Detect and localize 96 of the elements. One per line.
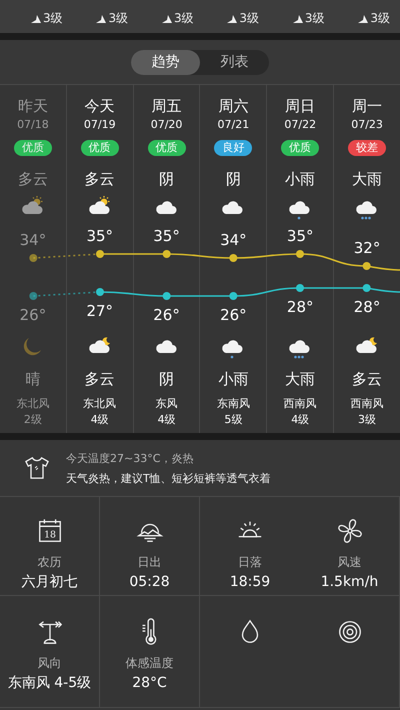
day-date: 07/18 [17, 118, 49, 132]
day-weather: 多云 [84, 169, 115, 189]
wind-direction: 东北风 [83, 396, 116, 412]
wind-direction-icon [357, 14, 370, 24]
temperature-point [162, 292, 171, 300]
wind-level: 3级 [370, 10, 390, 27]
night-weather: 多云 [84, 369, 115, 389]
day-name: 周六 [218, 96, 248, 116]
fan-icon [336, 517, 364, 545]
night-weather: 多云 [352, 369, 382, 389]
high-temperature: 32° [352, 238, 382, 258]
high-temperature: 34° [18, 230, 48, 250]
detail-value: 05:28 [129, 573, 170, 591]
low-temperature: 28° [286, 297, 315, 317]
day-date: 07/23 [351, 118, 383, 132]
high-temperature: 35° [286, 226, 315, 246]
temperature-point [229, 292, 238, 300]
low-temperature: 28° [352, 297, 382, 317]
air-quality-badge: 较差 [348, 140, 386, 156]
high-temperature: 35° [152, 226, 181, 246]
detail-label: 日出 [138, 554, 162, 570]
detail-value: 六月初七 [22, 573, 78, 591]
day-name: 周一 [352, 96, 382, 116]
detail-value: 28°C [132, 674, 167, 692]
day-weather: 多云 [18, 169, 48, 189]
wind-level: 3级 [239, 10, 260, 27]
wind-direction-icon [95, 14, 108, 24]
day-name: 周五 [152, 96, 182, 116]
temperature-point [29, 254, 38, 262]
wind-level: 3级 [304, 10, 325, 27]
wind-direction-icon [160, 14, 173, 24]
temperature-point [162, 250, 171, 258]
wind-direction-icon [226, 14, 238, 24]
view-tab[interactable]: 趋势 [131, 50, 200, 74]
day-weather: 大雨 [352, 169, 382, 189]
air-quality-badge: 良好 [214, 140, 252, 156]
detail-value: 1.5km/h [320, 573, 378, 591]
temperature-point [29, 292, 38, 300]
temperature-point [296, 250, 304, 258]
day-name: 今天 [84, 96, 115, 116]
day-weather: 小雨 [285, 169, 316, 189]
temperature-point [362, 284, 371, 292]
wind-direction: 西南风 [284, 396, 317, 412]
detail-value: 东南风 4-5级 [8, 674, 92, 692]
day-weather: 阴 [226, 169, 241, 189]
day-name: 昨天 [18, 96, 48, 116]
detail-label: 日落 [238, 554, 262, 570]
wind-direction: 东风 [156, 396, 178, 412]
wind-direction: 东南风 [216, 396, 250, 412]
wind-direction: 西南风 [350, 396, 384, 412]
wind-level: 2级 [24, 412, 42, 428]
night-weather: 小雨 [218, 369, 248, 389]
detail-value: 18:59 [230, 573, 270, 591]
t-shirt-icon [24, 456, 50, 480]
wind-direction-icon [30, 14, 42, 24]
night-weather: 晴 [25, 369, 40, 389]
temperature-point [96, 288, 104, 296]
temperature-point [296, 284, 304, 292]
wind-level: 3级 [174, 10, 194, 27]
high-temperature: 34° [219, 230, 248, 250]
temperature-point [229, 254, 238, 262]
wind-level: 3级 [108, 10, 128, 27]
high-temperature: 35° [85, 226, 114, 246]
temperature-point [362, 262, 371, 270]
day-weather: 阴 [159, 169, 174, 189]
clothing-advice: 天气炎热，建议T恤、短衫短裤等透气衣着 [66, 470, 271, 486]
day-name: 周日 [285, 96, 316, 116]
day-date: 07/20 [150, 118, 182, 132]
air-quality-badge: 优质 [148, 140, 186, 156]
view-tab[interactable]: 列表 [200, 50, 269, 74]
night-weather: 大雨 [285, 369, 316, 389]
low-temperature: 26° [219, 305, 248, 325]
wind-level: 4级 [291, 412, 310, 428]
air-quality-badge: 优质 [14, 140, 52, 156]
wind-level: 3级 [43, 10, 63, 27]
air-quality-badge: 优质 [281, 140, 320, 156]
wind-level: 4级 [90, 412, 109, 428]
detail-label: 农历 [38, 554, 62, 570]
day-date: 07/19 [84, 118, 116, 132]
low-temperature: 27° [85, 301, 114, 321]
night-weather: 阴 [159, 369, 174, 389]
day-date: 07/22 [284, 118, 316, 132]
day-date: 07/21 [218, 118, 250, 132]
detail-label: 体感温度 [126, 655, 174, 671]
wind-direction-icon [292, 14, 304, 24]
low-temperature: 26° [152, 305, 181, 325]
air-quality-badge: 优质 [80, 140, 119, 156]
detail-label: 风向 [38, 655, 62, 671]
wind-level: 3级 [358, 412, 376, 428]
detail-label: 风速 [338, 554, 362, 570]
low-temperature: 26° [18, 305, 48, 325]
wind-level: 5级 [224, 412, 242, 428]
wind-level: 4级 [158, 412, 176, 428]
temperature-point [96, 250, 104, 258]
wind-direction: 东北风 [16, 396, 50, 412]
temperature-summary: 今天温度27~33°C，炎热 [66, 450, 194, 466]
